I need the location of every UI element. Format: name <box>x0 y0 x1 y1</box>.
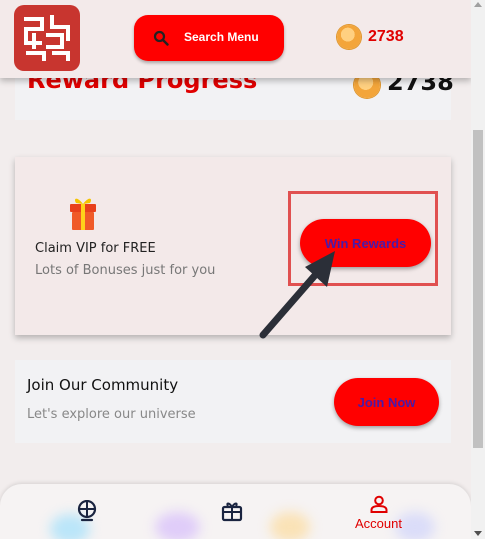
user-icon <box>370 495 388 513</box>
planet-icon <box>77 500 97 522</box>
join-now-button[interactable]: Join Now <box>334 378 439 426</box>
join-community-subtitle: Let's explore our universe <box>27 407 196 422</box>
claim-vip-title: Claim VIP for FREE <box>35 241 156 256</box>
nav-item-planet[interactable] <box>60 484 115 539</box>
search-menu-label: Search Menu <box>184 30 259 44</box>
search-icon <box>153 30 169 46</box>
coin-balance: 2738 <box>368 28 404 45</box>
nav-item-label: Account <box>355 516 402 531</box>
scrollbar-thumb[interactable] <box>473 130 483 448</box>
search-menu-button[interactable]: Search Menu <box>134 15 284 61</box>
vertical-scrollbar[interactable] <box>471 0 485 539</box>
join-community-title: Join Our Community <box>27 376 179 394</box>
join-community-card: Join Our Community Let's explore our uni… <box>15 360 451 443</box>
scroll-up-arrow-icon[interactable] <box>474 2 482 7</box>
claim-vip-card: Claim VIP for FREE Lots of Bonuses just … <box>15 157 451 335</box>
scroll-down-arrow-icon[interactable] <box>474 531 482 536</box>
bottom-navigation: Account <box>0 484 471 539</box>
pointer-arrow-icon <box>259 251 335 339</box>
gift-card-icon <box>221 502 243 522</box>
brand-logo[interactable] <box>14 5 80 71</box>
coin-icon <box>337 25 361 49</box>
app-header: Search Menu 2738 <box>0 0 471 78</box>
join-now-label: Join Now <box>357 394 416 410</box>
nav-glow <box>270 512 310 539</box>
page-content: Reward Progress 2738 Search Menu 2738 Cl… <box>0 0 471 539</box>
claim-vip-subtitle: Lots of Bonuses just for you <box>35 263 216 278</box>
nav-item-account[interactable]: Account <box>350 484 410 539</box>
nav-glow <box>155 512 200 539</box>
gift-box-icon <box>70 198 96 230</box>
nav-item-gift-card[interactable] <box>205 484 260 539</box>
logo-glyph-icon <box>24 15 70 61</box>
